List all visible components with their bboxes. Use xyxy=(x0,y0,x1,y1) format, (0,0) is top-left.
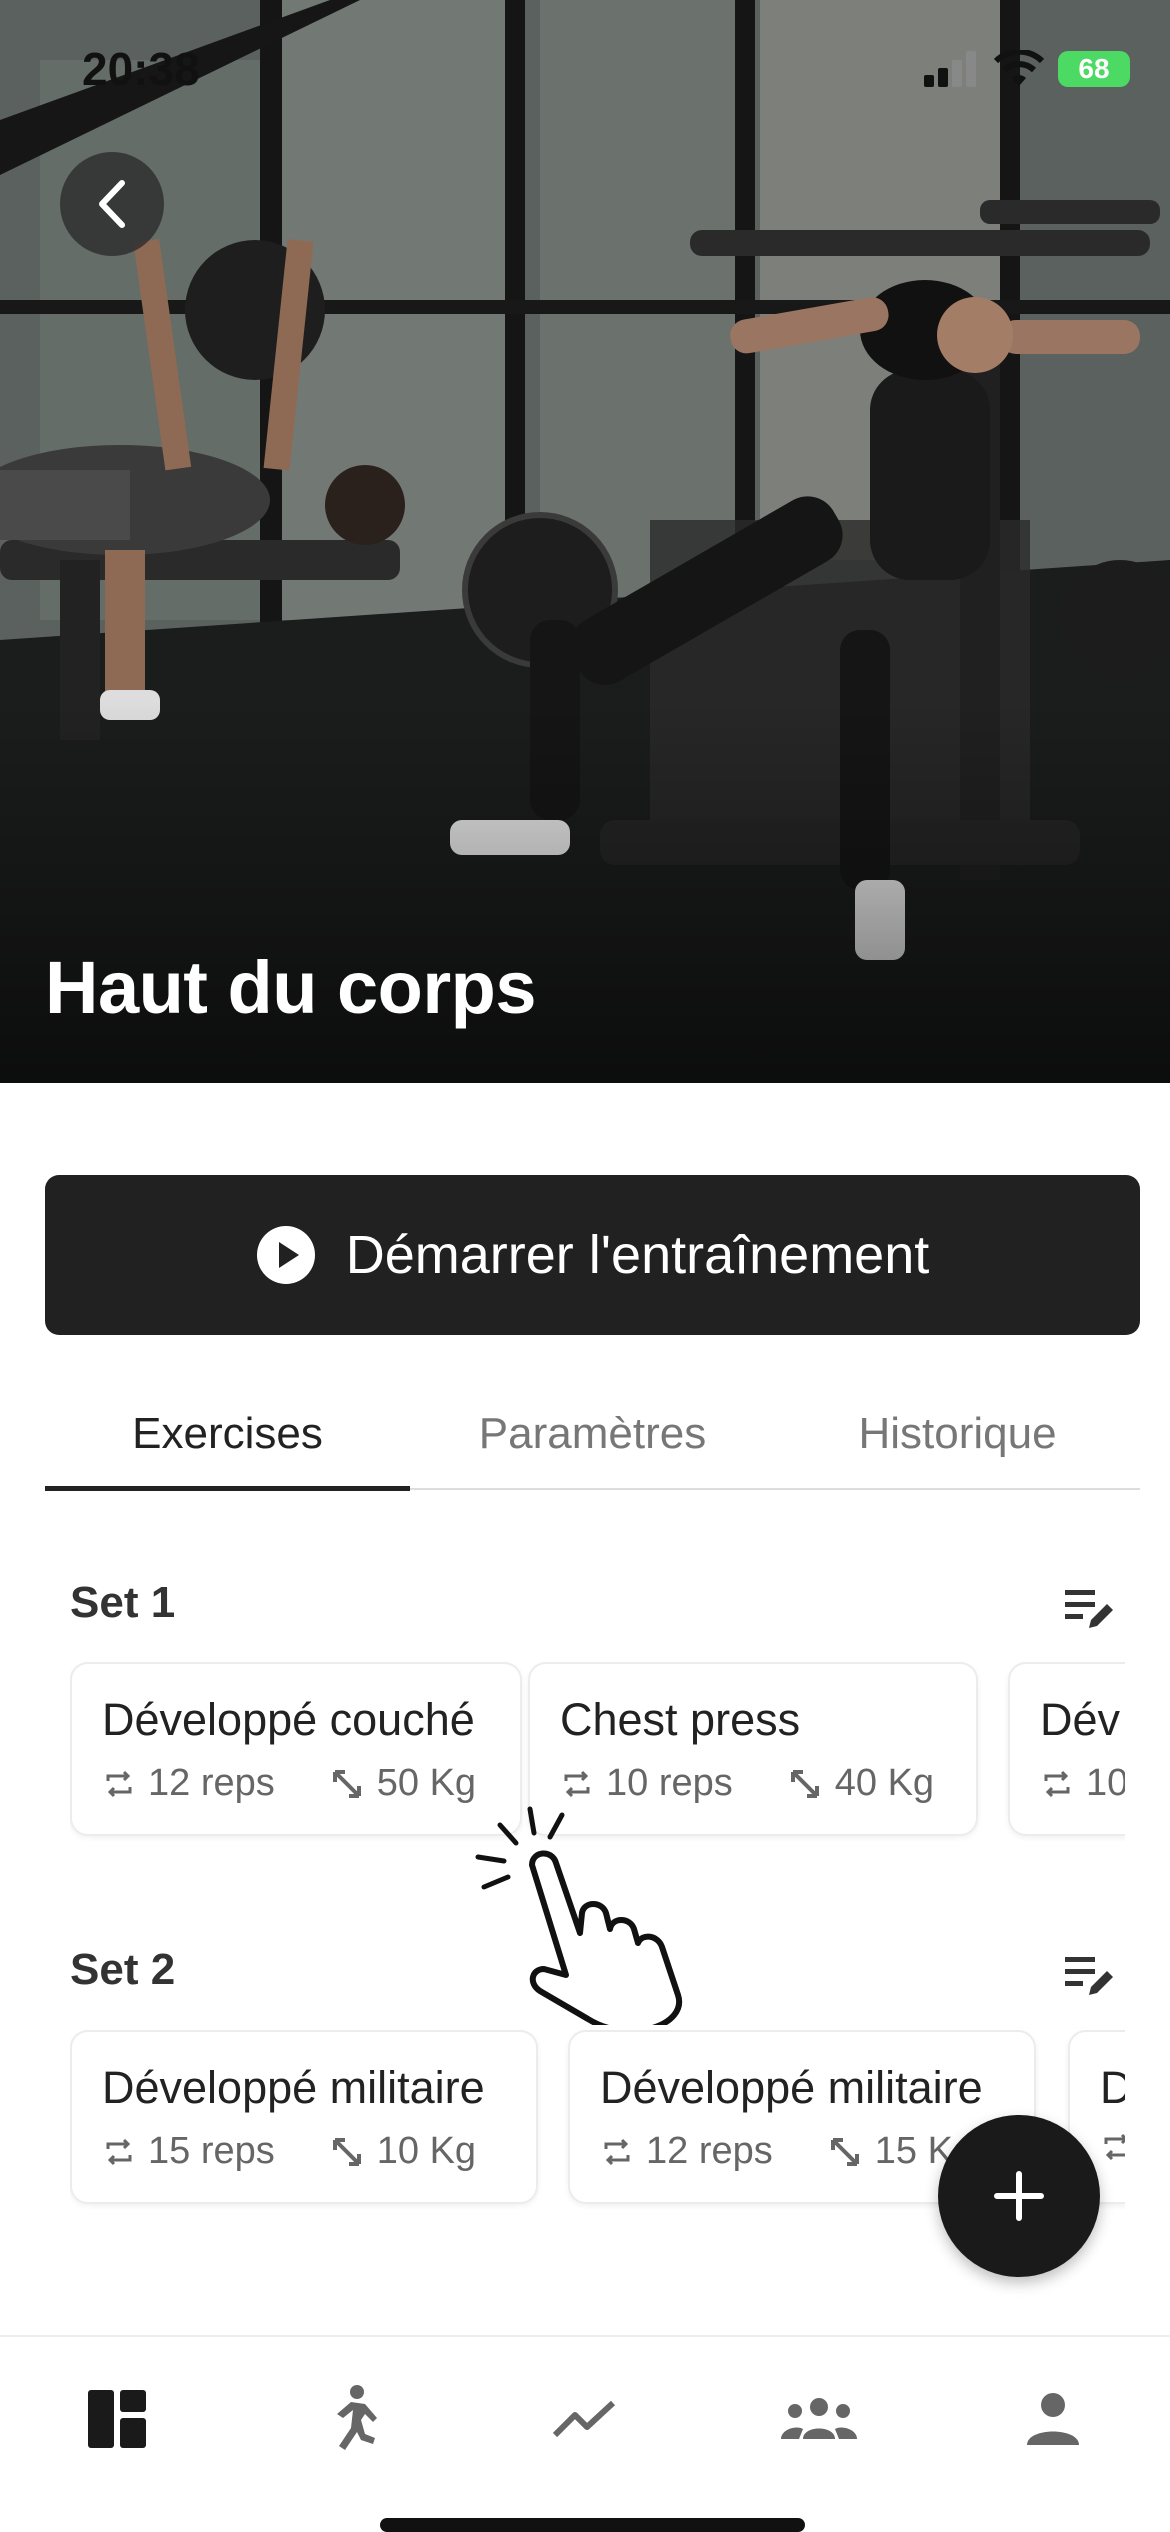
exercise-name: Dév xyxy=(1040,1694,1121,1745)
exercise-weight: 40 Kg xyxy=(834,1762,935,1804)
exercise-reps: 15 reps xyxy=(148,2130,275,2172)
battery-indicator: 68 xyxy=(1058,51,1130,87)
status-time: 20:38 xyxy=(82,43,200,95)
repeat-icon xyxy=(1104,2133,1125,2161)
exercise-name: Développé couché xyxy=(102,1694,475,1745)
plus-icon xyxy=(994,2171,1044,2221)
hero-image: 20:38 68 Haut du corps xyxy=(0,0,1170,1083)
exercise-name: Développé militaire xyxy=(600,2062,983,2113)
edit-list-icon[interactable] xyxy=(1063,1582,1115,1634)
exercise-meta: 12 reps 50 Kg xyxy=(102,1762,490,1805)
weight-resize-icon xyxy=(790,1769,819,1798)
exercise-weight: 10 Kg xyxy=(376,2130,477,2172)
nav-stats[interactable] xyxy=(468,2337,702,2500)
exercise-meta: 15 reps 10 Kg xyxy=(102,2130,506,2173)
nav-activity[interactable] xyxy=(234,2337,468,2500)
set-2-title: Set 2 xyxy=(70,1945,176,1994)
exercise-reps: 10 reps xyxy=(606,1762,733,1804)
exercise-name: D xyxy=(1100,2062,1125,2113)
add-exercise-button[interactable] xyxy=(938,2115,1100,2277)
start-workout-label: Démarrer l'entraînement xyxy=(345,1225,930,1285)
exercise-meta: 10 reps 40 Kg xyxy=(560,1762,946,1805)
start-workout-button[interactable]: Démarrer l'entraînement xyxy=(45,1175,1140,1335)
edit-list-icon[interactable] xyxy=(1063,1949,1115,2001)
nav-profile[interactable] xyxy=(936,2337,1170,2500)
exercise-weight: 50 Kg xyxy=(376,1762,477,1804)
tab-bar: Exercises Paramètres Historique xyxy=(45,1380,1140,1491)
weight-resize-icon xyxy=(332,2137,361,2166)
dashboard-icon xyxy=(88,2389,146,2448)
exercise-meta xyxy=(1100,2130,1125,2164)
gym-photo xyxy=(0,0,1170,1083)
exercise-reps: 10 xyxy=(1086,1762,1125,1804)
cellular-signal-icon xyxy=(924,51,976,87)
nav-community[interactable] xyxy=(702,2337,936,2500)
person-icon xyxy=(1027,2392,1079,2445)
repeat-icon xyxy=(1044,1770,1070,1797)
exercise-name: Développé militaire xyxy=(102,2062,485,2113)
repeat-icon xyxy=(106,2138,132,2165)
repeat-icon xyxy=(564,1770,590,1797)
exercise-reps: 12 reps xyxy=(148,1762,275,1804)
back-button[interactable] xyxy=(60,152,164,256)
bottom-navigation xyxy=(0,2335,1170,2500)
status-bar: 20:38 68 xyxy=(0,0,1170,140)
exercise-card[interactable]: Développé couché 12 reps 50 Kg xyxy=(70,1662,522,1836)
status-icons: 68 xyxy=(924,50,1130,88)
tab-exercises[interactable]: Exercises xyxy=(45,1380,410,1491)
exercise-meta: 10 xyxy=(1040,1762,1125,1805)
exercise-card[interactable]: Dév 10 xyxy=(1008,1662,1125,1836)
chart-line-icon xyxy=(553,2400,616,2437)
exercise-reps: 12 reps xyxy=(646,2130,773,2172)
tab-parametres[interactable]: Paramètres xyxy=(410,1380,775,1488)
nav-dashboard[interactable] xyxy=(0,2337,234,2500)
repeat-icon xyxy=(604,2138,630,2165)
chevron-left-icon xyxy=(99,180,125,228)
set-1-title: Set 1 xyxy=(70,1578,176,1627)
home-indicator xyxy=(380,2518,805,2532)
wifi-icon xyxy=(994,50,1044,86)
play-icon xyxy=(256,1226,315,1284)
repeat-icon xyxy=(106,1770,132,1797)
exercise-card[interactable]: Développé militaire 15 reps 10 Kg xyxy=(70,2030,538,2204)
weight-resize-icon xyxy=(830,2137,859,2166)
group-icon xyxy=(781,2397,857,2439)
tab-historique[interactable]: Historique xyxy=(775,1380,1140,1488)
weight-resize-icon xyxy=(332,1769,361,1798)
tap-hand-icon xyxy=(475,1806,683,2025)
workout-title: Haut du corps xyxy=(45,946,536,1029)
exercise-name: Chest press xyxy=(560,1694,801,1745)
battery-level: 68 xyxy=(1078,53,1110,84)
running-icon xyxy=(337,2384,377,2450)
